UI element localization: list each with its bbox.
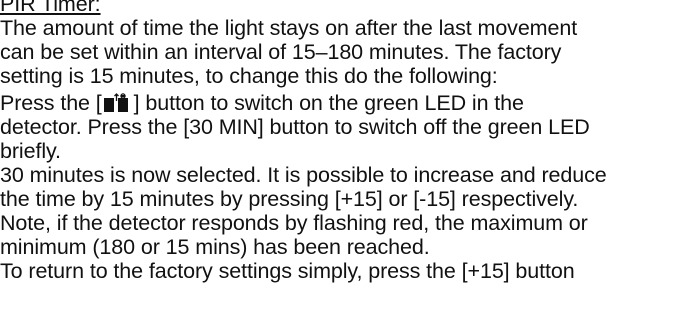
- text-fragment: ] button to switch on the green LED in t…: [133, 91, 524, 115]
- section-heading: PIR Timer:: [0, 0, 101, 16]
- paragraph-instructions: Press the [ ] button to switch on the gr…: [0, 91, 700, 163]
- document-body: PIR Timer: The amount of time the light …: [0, 0, 700, 283]
- text-line: Note, if the detector responds by flashi…: [0, 211, 588, 235]
- text-line: To return to the factory settings simply…: [0, 259, 575, 283]
- text-line-with-icon: Press the [ ] button to switch on the gr…: [0, 91, 700, 115]
- text-line: the time by 15 minutes by pressing [+15]…: [0, 187, 579, 211]
- paragraph-adjust: 30 minutes is now selected. It is possib…: [0, 163, 700, 259]
- timer-button-icon: [102, 93, 134, 113]
- text-line: minimum (180 or 15 mins) has been reache…: [0, 235, 430, 259]
- text-line: detector. Press the [30 MIN] button to s…: [0, 115, 590, 139]
- text-line: can be set within an interval of 15–180 …: [0, 40, 562, 64]
- paragraph-intro: The amount of time the light stays on af…: [0, 16, 700, 88]
- text-line: The amount of time the light stays on af…: [0, 16, 578, 40]
- text-line: briefly.: [0, 139, 61, 163]
- text-fragment: Press the [: [0, 91, 102, 115]
- paragraph-reset: To return to the factory settings simply…: [0, 259, 700, 283]
- text-line: 30 minutes is now selected. It is possib…: [0, 163, 607, 187]
- text-line: setting is 15 minutes, to change this do…: [0, 64, 498, 88]
